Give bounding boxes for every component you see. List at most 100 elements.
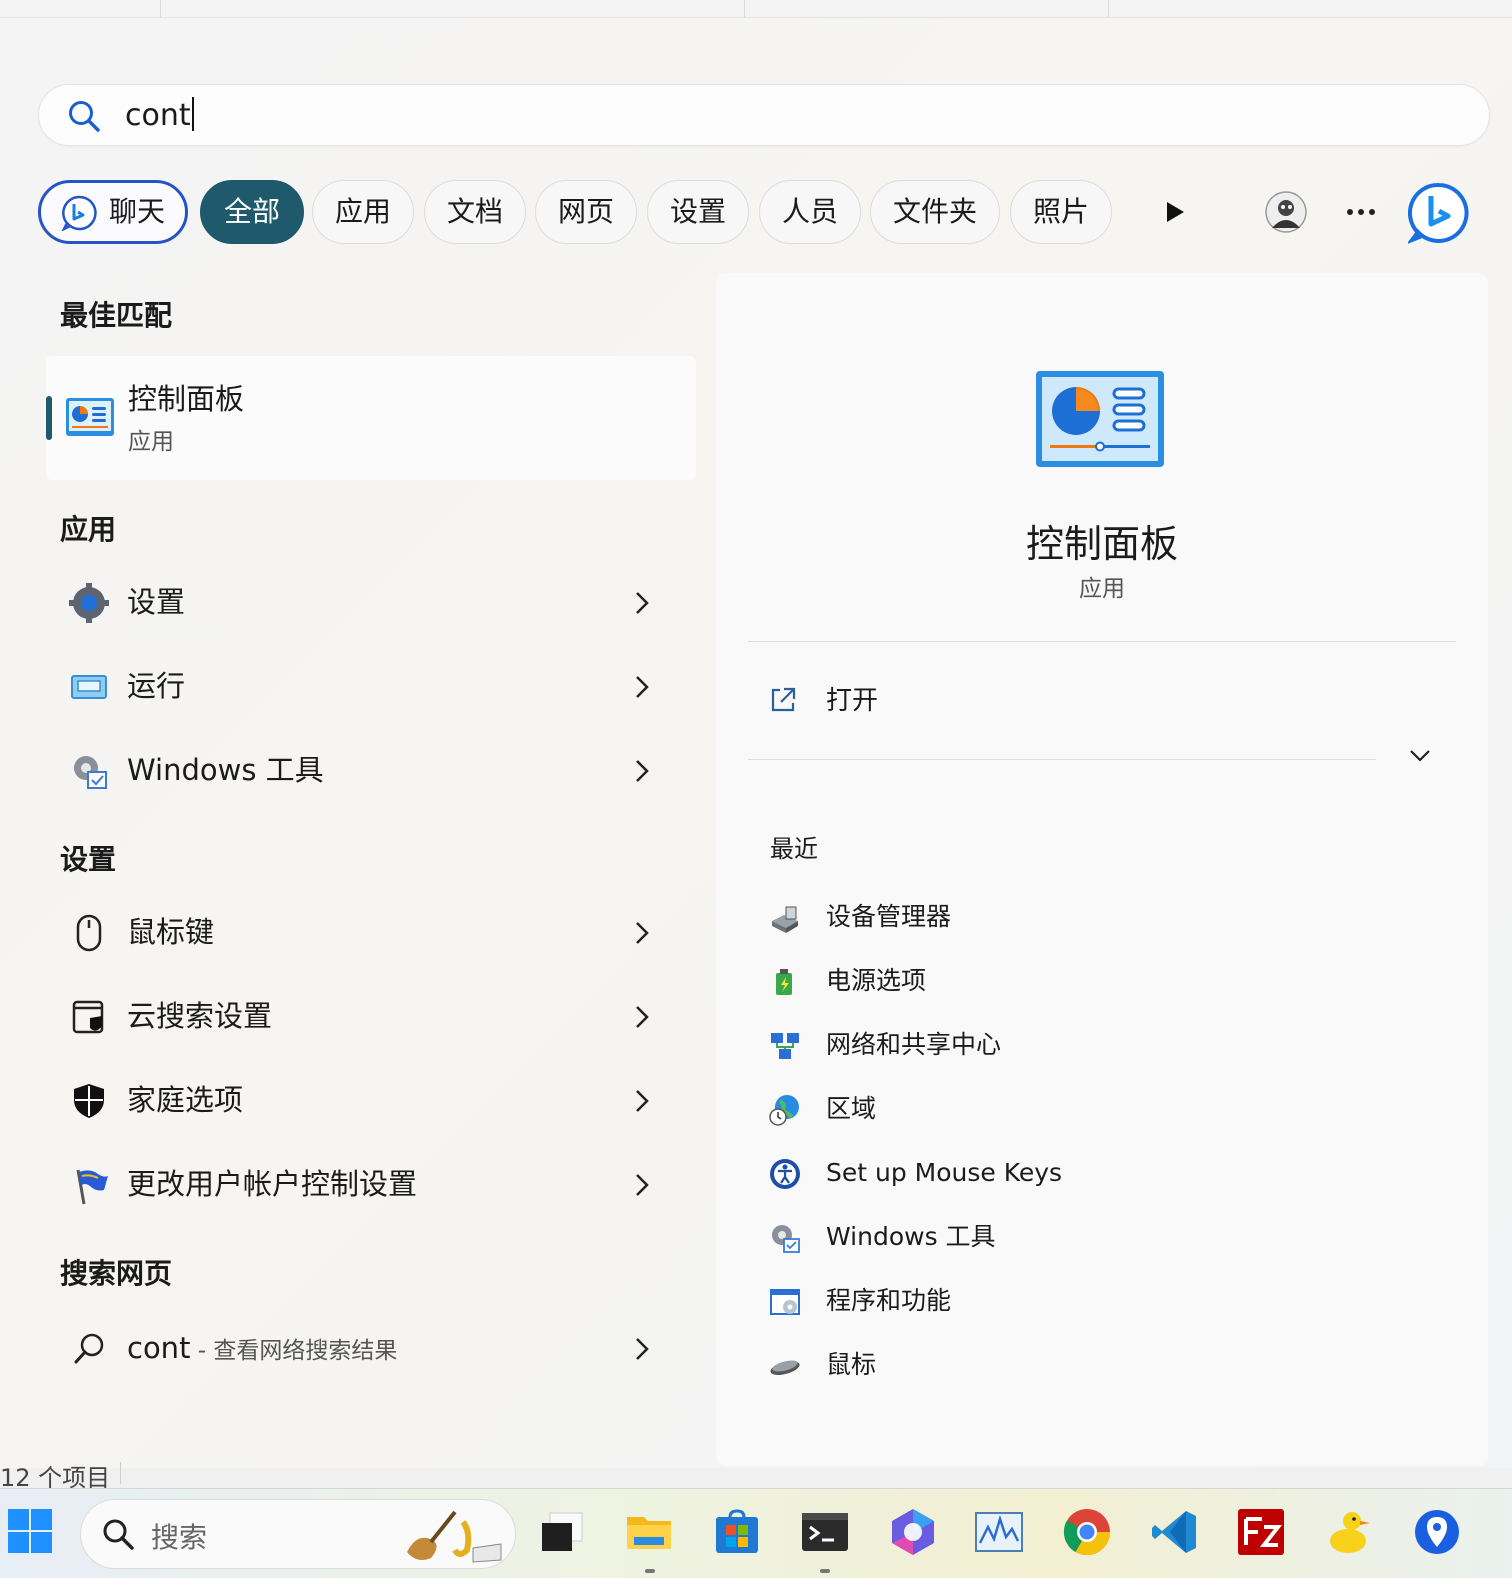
- device-manager-icon: [772, 906, 798, 933]
- mouse-icon: [76, 914, 102, 952]
- app-item-settings[interactable]: 设置: [60, 568, 680, 638]
- divider: [748, 641, 1456, 642]
- filter-settings[interactable]: 设置: [647, 180, 749, 244]
- text-caret: [191, 97, 194, 131]
- open-label: 打开: [826, 686, 879, 716]
- store-icon[interactable]: [712, 1507, 762, 1557]
- filter-chat[interactable]: 聊天: [38, 180, 188, 244]
- recent-label: Windows 工具: [826, 1222, 996, 1251]
- chevron-right-icon: [636, 922, 649, 944]
- recent-item[interactable]: 网络和共享中心: [768, 1023, 1448, 1067]
- divider: [120, 1462, 121, 1484]
- chevron-right-icon: [636, 1006, 649, 1028]
- filezilla-icon[interactable]: [1236, 1507, 1286, 1557]
- settings-item-cloud-search[interactable]: 云搜索设置: [60, 982, 680, 1052]
- windows-tools-icon: [74, 756, 107, 789]
- cloud-search-icon: [72, 1000, 104, 1034]
- duck-icon[interactable]: [1324, 1507, 1374, 1557]
- recent-label: 电源选项: [826, 966, 927, 995]
- filter-documents[interactable]: 文档: [424, 180, 526, 244]
- control-panel-icon: [66, 398, 114, 436]
- filter-apps[interactable]: 应用: [312, 180, 414, 244]
- recent-item[interactable]: 电源选项: [768, 959, 1448, 1003]
- chrome-icon[interactable]: [1062, 1507, 1112, 1557]
- recent-label: 程序和功能: [826, 1286, 952, 1315]
- web-query: cont: [127, 1331, 191, 1365]
- settings-label: 更改用户帐户控制设置: [127, 1167, 418, 1201]
- taskbar-search[interactable]: 搜索: [80, 1499, 516, 1569]
- resource-monitor-icon[interactable]: [974, 1507, 1024, 1557]
- divider: [748, 759, 1376, 760]
- task-view-icon[interactable]: [538, 1507, 588, 1557]
- settings-item-mouse-keys[interactable]: 鼠标键: [60, 898, 680, 968]
- search-icon: [103, 1519, 134, 1550]
- network-icon: [771, 1033, 799, 1059]
- filter-photos[interactable]: 照片: [1010, 180, 1112, 244]
- run-icon: [71, 675, 107, 699]
- chevron-right-icon: [636, 760, 649, 782]
- app-label: 运行: [127, 669, 186, 703]
- control-panel-icon: [1036, 371, 1164, 467]
- recent-item[interactable]: Windows 工具: [768, 1215, 1448, 1259]
- uac-flag-icon: [76, 1169, 108, 1205]
- section-best-match: 最佳匹配: [60, 299, 173, 332]
- filter-web[interactable]: 网页: [535, 180, 637, 244]
- filter-label: 聊天: [109, 195, 166, 228]
- avatar[interactable]: [1264, 190, 1308, 234]
- filter-folders[interactable]: 文件夹: [870, 180, 1000, 244]
- recent-item[interactable]: 区域: [768, 1087, 1448, 1131]
- filter-people[interactable]: 人员: [759, 180, 861, 244]
- chevron-right-icon: [636, 592, 649, 614]
- section-web: 搜索网页: [60, 1257, 173, 1290]
- recent-label: 鼠标: [826, 1350, 877, 1379]
- detail-title: 控制面板: [1025, 522, 1178, 566]
- recent-item[interactable]: 鼠标: [768, 1343, 1448, 1387]
- recent-item[interactable]: Set up Mouse Keys: [768, 1151, 1448, 1195]
- copilot-icon[interactable]: [888, 1507, 938, 1557]
- recent-title: 最近: [770, 835, 818, 863]
- chevron-right-icon: [636, 1090, 649, 1112]
- open-external-icon: [771, 687, 796, 712]
- search-input[interactable]: cont: [38, 84, 1490, 146]
- web-suffix: - 查看网络搜索结果: [190, 1338, 398, 1364]
- maps-icon[interactable]: [1412, 1507, 1462, 1557]
- settings-item-uac[interactable]: 更改用户帐户控制设置: [60, 1150, 680, 1220]
- chevron-right-icon: [636, 1338, 649, 1360]
- running-indicator: [645, 1569, 655, 1573]
- app-item-run[interactable]: 运行: [60, 652, 680, 722]
- more-options-icon[interactable]: [1346, 208, 1376, 216]
- selection-indicator: [46, 396, 52, 440]
- recent-item[interactable]: 程序和功能: [768, 1279, 1448, 1323]
- section-apps: 应用: [60, 513, 117, 546]
- bing-icon[interactable]: [1408, 182, 1470, 244]
- chevron-down-icon[interactable]: [1408, 747, 1432, 763]
- chevron-right-icon: [636, 676, 649, 698]
- detail-type: 应用: [1079, 576, 1125, 602]
- gear-icon: [69, 583, 109, 623]
- recent-label: 网络和共享中心: [826, 1030, 1002, 1059]
- mouse-icon: [770, 1360, 800, 1375]
- app-item-windows-tools[interactable]: Windows 工具: [60, 736, 680, 806]
- app-label: Windows 工具: [127, 753, 324, 787]
- taskbar: 搜索: [0, 1488, 1512, 1578]
- region-globe-icon: [769, 1095, 799, 1126]
- windows-tools-icon: [772, 1225, 800, 1253]
- vscode-icon[interactable]: [1150, 1507, 1200, 1557]
- best-match-item[interactable]: 控制面板 应用: [46, 356, 696, 480]
- terminal-icon[interactable]: [800, 1507, 850, 1557]
- taskbar-search-placeholder: 搜索: [151, 1521, 208, 1554]
- running-indicator: [820, 1569, 830, 1573]
- recent-label: 区域: [826, 1094, 877, 1123]
- recent-item[interactable]: 设备管理器: [768, 895, 1448, 939]
- recent-label: Set up Mouse Keys: [826, 1158, 1063, 1187]
- web-search-item[interactable]: cont - 查看网络搜索结果: [60, 1314, 680, 1384]
- section-settings: 设置: [60, 843, 117, 876]
- shield-icon: [74, 1084, 104, 1118]
- start-icon[interactable]: [6, 1507, 54, 1555]
- filter-all[interactable]: 全部: [200, 180, 304, 244]
- settings-item-family-options[interactable]: 家庭选项: [60, 1066, 680, 1136]
- play-more-icon[interactable]: [1164, 200, 1186, 224]
- app-label: 设置: [127, 585, 186, 619]
- web-search-label: cont - 查看网络搜索结果: [127, 1330, 397, 1369]
- file-explorer-icon[interactable]: [624, 1507, 674, 1557]
